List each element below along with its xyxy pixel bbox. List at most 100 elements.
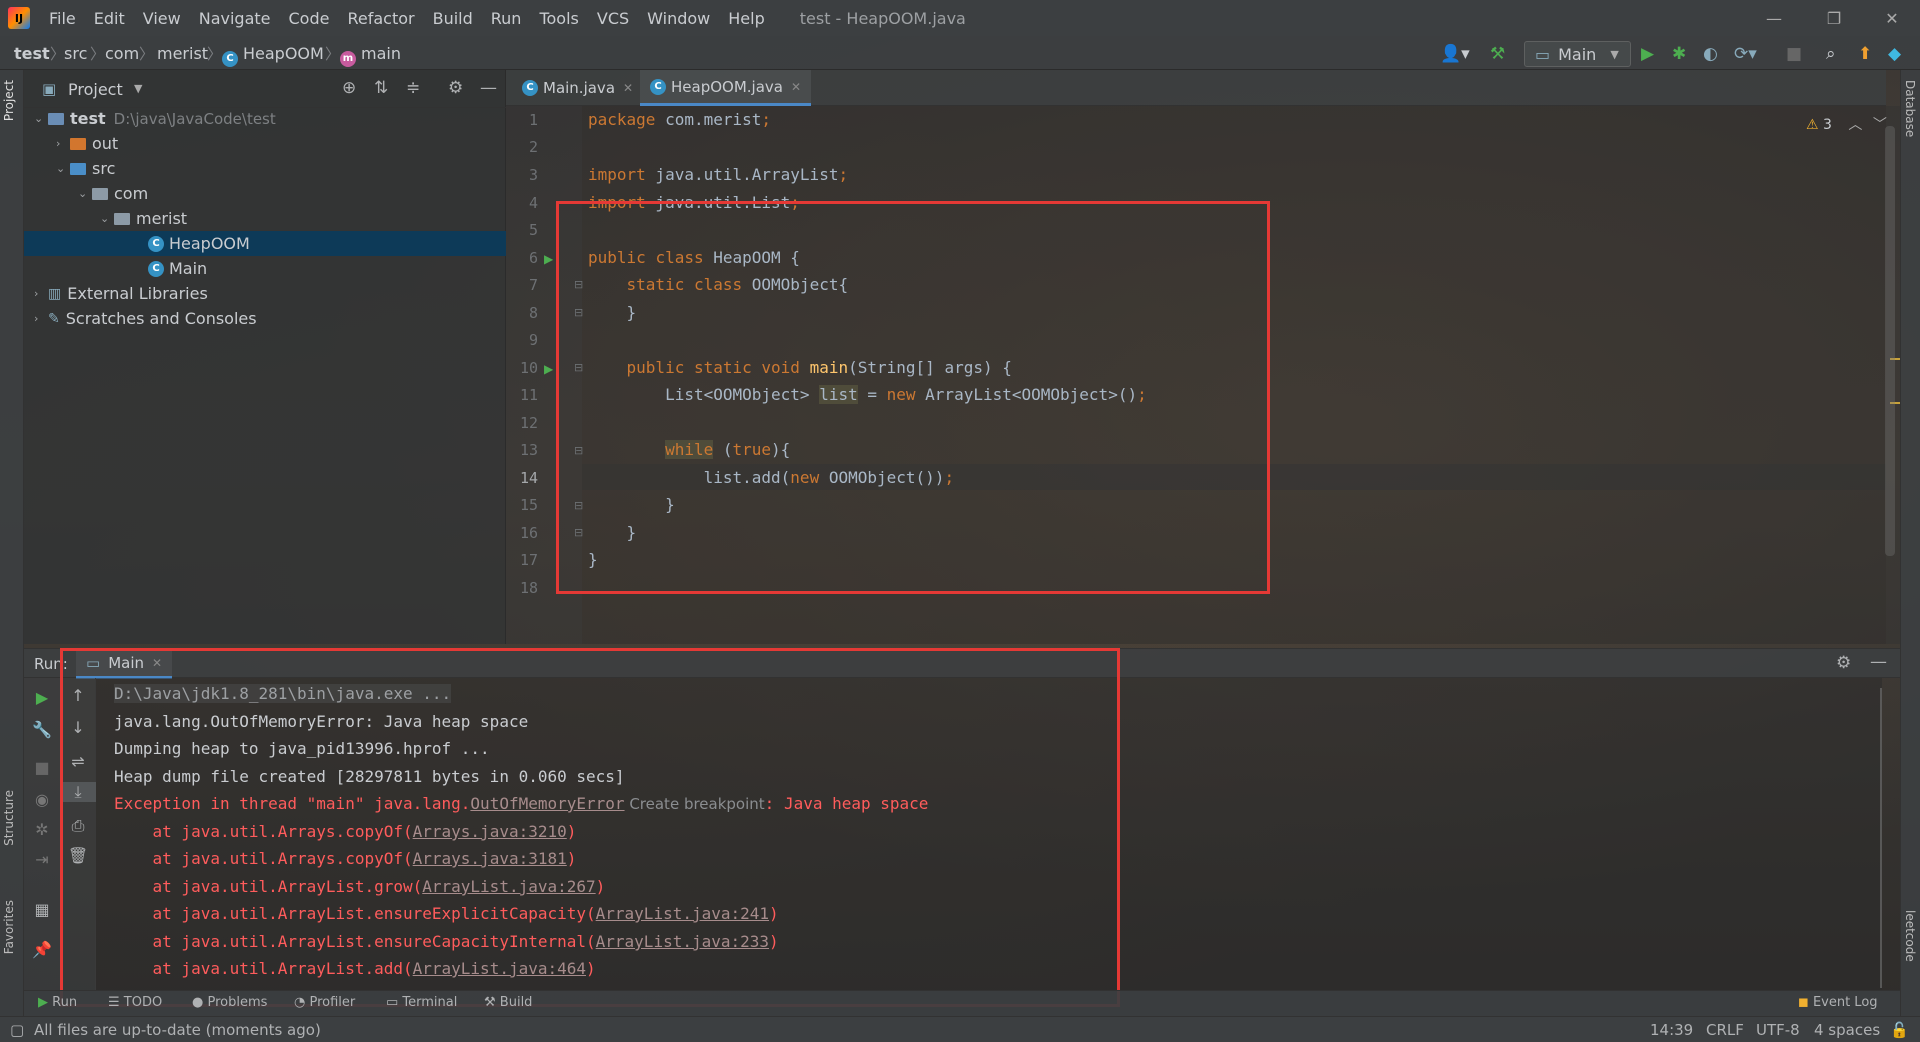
menu-navigate[interactable]: Navigate <box>190 9 280 28</box>
search-icon[interactable]: ⌕ <box>1826 44 1836 64</box>
menu-vcs[interactable]: VCS <box>588 9 638 28</box>
fold-icon[interactable]: ⊟ <box>574 361 583 374</box>
arrow-down-icon[interactable]: ↓ <box>60 718 96 737</box>
breadcrumb-method[interactable]: m main <box>340 44 401 67</box>
stack-frame-link[interactable]: ArrayList.java:267 <box>422 877 595 896</box>
console-scrollbar[interactable] <box>1880 688 1882 988</box>
file-encoding[interactable]: UTF-8 <box>1756 1021 1800 1039</box>
gear-icon[interactable]: ⚙ <box>1836 653 1851 673</box>
settings-icon[interactable]: ✲ <box>24 820 60 839</box>
fold-icon[interactable]: ⊟ <box>574 306 583 319</box>
menu-view[interactable]: View <box>134 9 190 28</box>
close-tab-icon[interactable]: ✕ <box>791 80 801 94</box>
layout-icon[interactable]: ▦ <box>24 900 60 919</box>
tree-item-test[interactable]: ⌄ test D:\java\JavaCode\test <box>24 106 506 131</box>
soft-wrap-icon[interactable]: ⇌ <box>60 752 96 771</box>
tab-main-java[interactable]: C Main.java ✕ <box>512 70 643 106</box>
tree-item-external-libraries[interactable]: › ▥ External Libraries <box>24 281 506 306</box>
expand-all-icon[interactable]: ⇅ <box>374 78 388 98</box>
breadcrumb-project[interactable]: test <box>14 44 50 63</box>
run-configuration-select[interactable]: ▭ Main ▼ <box>1524 41 1631 67</box>
tool-tab-todo[interactable]: ☰ TODO <box>108 995 162 1010</box>
close-tab-icon[interactable]: ✕ <box>623 81 633 95</box>
tree-item-scratches[interactable]: › ✎ Scratches and Consoles <box>24 306 506 331</box>
breadcrumb-merist[interactable]: merist <box>157 44 208 63</box>
run-tab-main[interactable]: ▭ Main ✕ <box>76 649 173 679</box>
stop-icon[interactable]: ■ <box>1786 44 1802 64</box>
stack-frame-link[interactable]: ArrayList.java:241 <box>596 904 769 923</box>
editor-scrollbar[interactable] <box>1885 106 1900 644</box>
close-icon[interactable]: ✕ <box>1864 0 1920 36</box>
menu-window[interactable]: Window <box>638 9 719 28</box>
plugin-icon[interactable]: ◆ <box>1888 44 1901 64</box>
run-gutter-icon[interactable]: ▶ <box>544 252 553 266</box>
debug-icon[interactable]: ✱ <box>1672 44 1686 64</box>
tab-heapoom-java[interactable]: C HeapOOM.java ✕ <box>640 70 812 106</box>
indent-setting[interactable]: 4 spaces <box>1814 1021 1880 1039</box>
tree-item-out[interactable]: › out <box>24 131 506 156</box>
database-tool-tab[interactable]: Database <box>1903 80 1917 137</box>
collapse-all-icon[interactable]: ≑ <box>406 78 420 98</box>
menu-code[interactable]: Code <box>280 9 339 28</box>
tool-tab-event-log[interactable]: ◼ Event Log <box>1798 995 1878 1010</box>
camera-icon[interactable]: ◉ <box>24 790 60 809</box>
menu-refactor[interactable]: Refactor <box>338 9 423 28</box>
stack-frame-link[interactable]: ArrayList.java:464 <box>413 959 586 978</box>
fold-icon[interactable]: ⊟ <box>574 499 583 512</box>
stack-frame-link[interactable]: Arrays.java:3210 <box>413 822 567 841</box>
menu-help[interactable]: Help <box>719 9 773 28</box>
stop-icon[interactable]: ■ <box>24 758 60 777</box>
menu-file[interactable]: File <box>40 9 85 28</box>
scroll-thumb[interactable] <box>1885 126 1895 556</box>
menu-tools[interactable]: Tools <box>530 9 587 28</box>
tree-item-main[interactable]: C Main <box>24 256 506 281</box>
leetcode-tool-tab[interactable]: leetcode <box>1903 910 1917 962</box>
tool-tab-run[interactable]: ▶ Run <box>38 995 77 1010</box>
gear-icon[interactable]: ⚙ <box>448 78 463 98</box>
restore-icon[interactable]: ❐ <box>1806 0 1862 36</box>
status-message[interactable]: All files are up-to-date (moments ago) <box>34 1021 321 1039</box>
breadcrumb-com[interactable]: com <box>105 44 139 63</box>
tree-item-heapoom[interactable]: C HeapOOM <box>24 231 506 256</box>
hide-panel-icon[interactable]: — <box>480 78 497 98</box>
menu-run[interactable]: Run <box>482 9 531 28</box>
print-icon[interactable]: ⎙ <box>60 816 96 836</box>
fold-icon[interactable]: ⊟ <box>574 278 583 291</box>
stack-frame-link[interactable]: Arrays.java:3181 <box>413 849 567 868</box>
menu-edit[interactable]: Edit <box>85 9 134 28</box>
update-icon[interactable]: ⬆ <box>1858 44 1872 64</box>
minimize-icon[interactable]: — <box>1746 0 1802 36</box>
console-output[interactable]: D:\Java\jdk1.8_281\bin\java.exe ... java… <box>96 678 1882 990</box>
profile-icon[interactable]: ⟳▾ <box>1734 44 1757 64</box>
fold-icon[interactable]: ⊟ <box>574 444 583 457</box>
console-command-line[interactable]: D:\Java\jdk1.8_281\bin\java.exe ... <box>114 684 452 703</box>
tree-item-com[interactable]: ⌄ com <box>24 181 506 206</box>
tree-item-src[interactable]: ⌄ src <box>24 156 506 181</box>
locate-icon[interactable]: ⊕ <box>342 78 356 98</box>
user-icon[interactable]: 👤▾ <box>1440 44 1470 64</box>
caret-position[interactable]: 14:39 <box>1650 1021 1693 1039</box>
trash-icon[interactable]: 🗑 <box>60 846 96 865</box>
hide-panel-icon[interactable]: — <box>1870 652 1887 672</box>
scroll-to-end-icon[interactable]: ⤓ <box>60 782 96 802</box>
rerun-icon[interactable]: ▶ <box>24 688 60 707</box>
create-breakpoint-link[interactable]: Create breakpoint <box>629 795 764 813</box>
lock-icon[interactable]: 🔓 <box>1890 1021 1909 1039</box>
close-tab-icon[interactable]: ✕ <box>152 656 162 670</box>
fold-icon[interactable]: ⊟ <box>574 526 583 539</box>
pin-icon[interactable]: 📌 <box>24 940 60 959</box>
stack-frame-link[interactable]: ArrayList.java:233 <box>596 932 769 951</box>
run-icon[interactable]: ▶ <box>1641 44 1654 64</box>
coverage-icon[interactable]: ◐ <box>1703 44 1718 64</box>
arrow-up-icon[interactable]: ↑ <box>60 686 96 705</box>
project-tool-tab[interactable]: Project <box>2 80 16 121</box>
build-hammer-icon[interactable]: ⚒ <box>1490 44 1505 64</box>
chevron-down-icon[interactable]: ▼ <box>134 82 142 95</box>
tool-tab-build[interactable]: ⚒ Build <box>484 995 532 1010</box>
tree-item-merist[interactable]: ⌄ merist <box>24 206 506 231</box>
wrench-icon[interactable]: 🔧 <box>24 720 60 739</box>
breadcrumb-class[interactable]: C HeapOOM <box>222 44 324 67</box>
tool-tab-problems[interactable]: ● Problems <box>192 995 267 1010</box>
breadcrumb-src[interactable]: src <box>64 44 87 63</box>
exit-icon[interactable]: ⇥ <box>24 850 60 869</box>
